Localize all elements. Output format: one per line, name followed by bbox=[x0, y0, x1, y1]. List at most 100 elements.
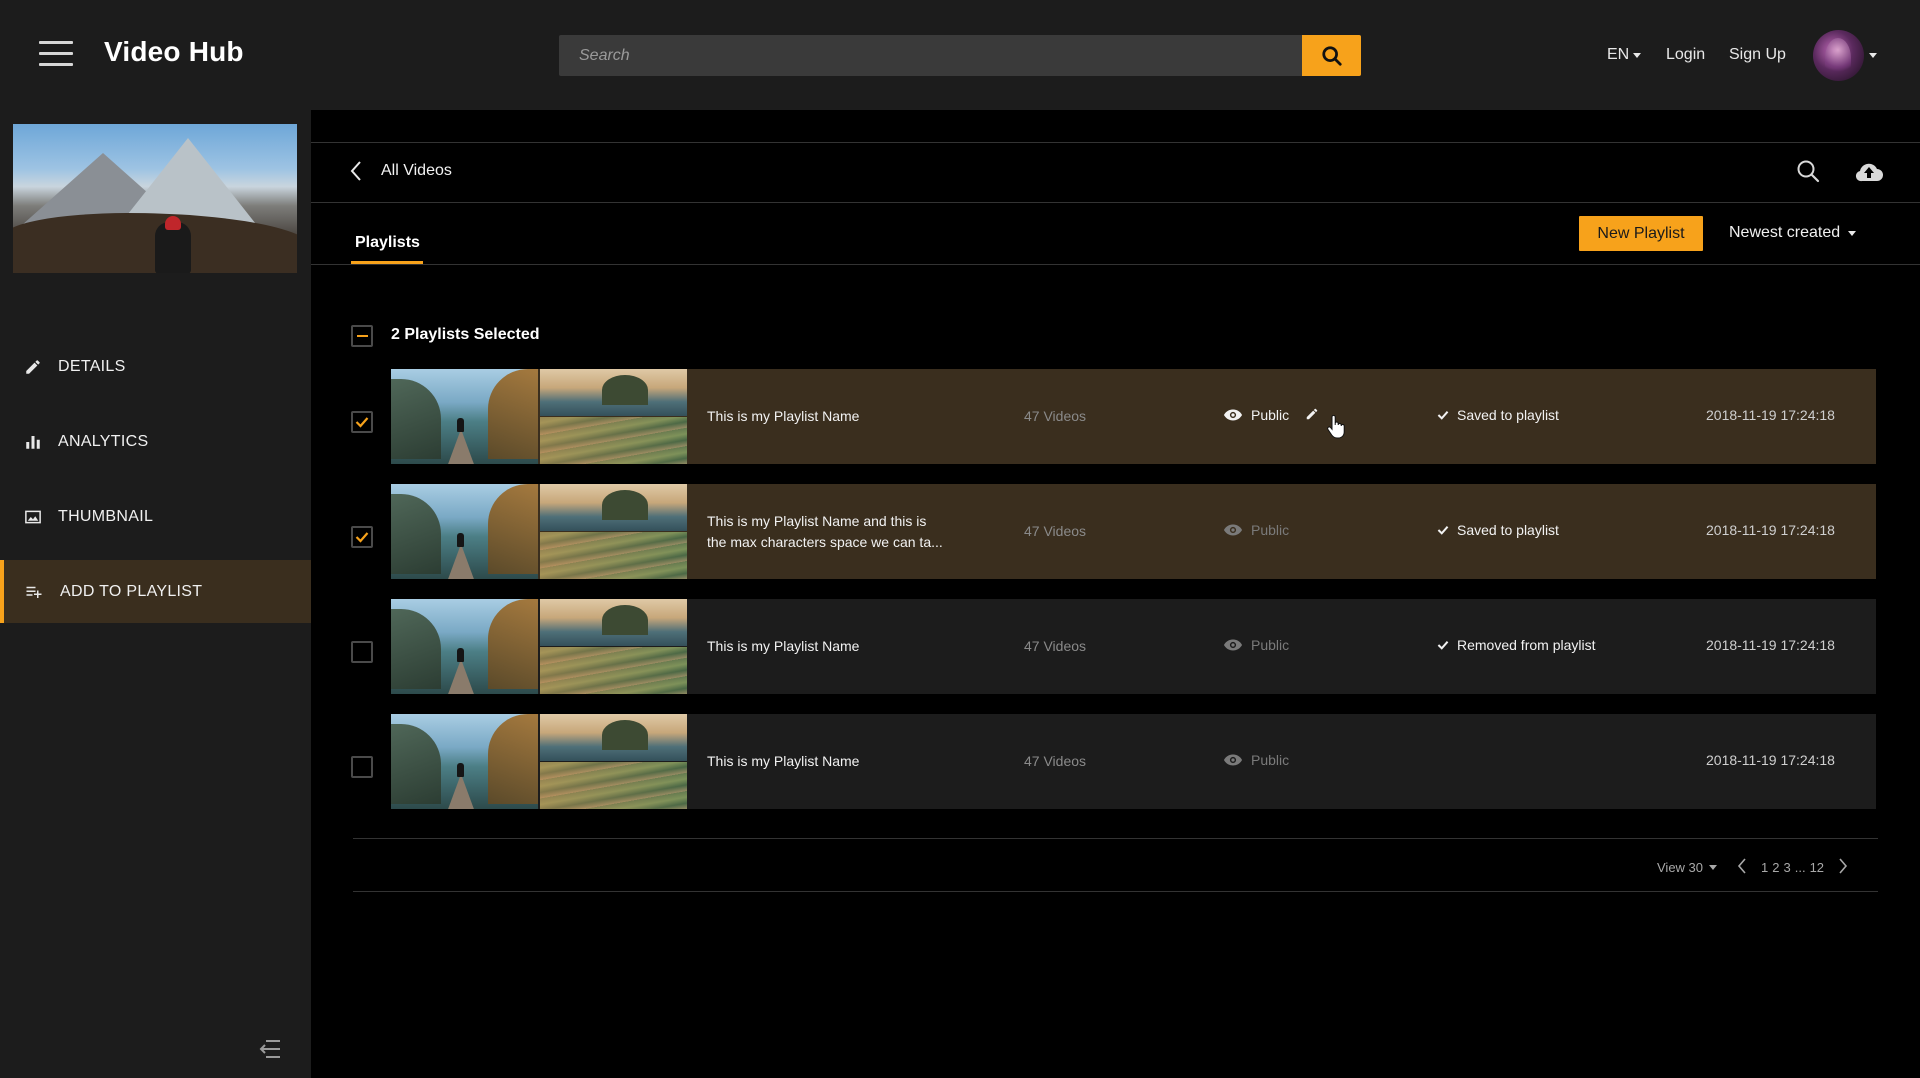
page-link[interactable]: 2 bbox=[1772, 860, 1779, 875]
playlist-thumbnail bbox=[391, 714, 538, 809]
playlist-thumbnail bbox=[540, 714, 687, 761]
sidebar-item-details[interactable]: DETAILS bbox=[0, 335, 311, 398]
playlist-thumbnail bbox=[540, 532, 687, 579]
sidebar-nav: DETAILS ANALYTICS THUMBNAIL ADD TO PLAYL… bbox=[0, 335, 311, 635]
search-icon[interactable] bbox=[1796, 159, 1820, 188]
main-content: All Videos Playlists New Playlist Newest… bbox=[311, 110, 1920, 1078]
page-link[interactable]: 1 bbox=[1761, 860, 1768, 875]
created-date: 2018-11-19 17:24:18 bbox=[1706, 407, 1835, 423]
video-thumbnail bbox=[13, 124, 297, 273]
hand-cursor-icon bbox=[1327, 414, 1345, 444]
video-count: 47 Videos bbox=[1024, 753, 1087, 769]
sidebar: DETAILS ANALYTICS THUMBNAIL ADD TO PLAYL… bbox=[0, 110, 311, 1078]
playlist-thumbnail bbox=[540, 647, 687, 694]
visibility-status: Public bbox=[1223, 637, 1289, 653]
eye-icon bbox=[1223, 639, 1243, 651]
page-size-select[interactable]: View 30 bbox=[1657, 860, 1718, 875]
visibility-label: Public bbox=[1251, 752, 1290, 768]
playlist-thumbnail bbox=[540, 762, 687, 809]
playlist-thumbnail bbox=[540, 599, 687, 646]
status-label: Removed from playlist bbox=[1457, 637, 1596, 653]
visibility-label: Public bbox=[1251, 407, 1290, 423]
playlist-add-icon bbox=[26, 586, 42, 598]
collapse-sidebar-icon[interactable] bbox=[258, 1039, 282, 1064]
check-icon bbox=[355, 417, 369, 428]
search-button[interactable] bbox=[1302, 35, 1361, 76]
playlist-name: This is my Playlist Name bbox=[707, 753, 860, 769]
playlist-name-line: This is my Playlist Name and this is bbox=[707, 513, 927, 529]
visibility-label: Public bbox=[1251, 522, 1290, 538]
edit-visibility-icon[interactable] bbox=[1305, 407, 1319, 426]
sidebar-item-thumbnail[interactable]: THUMBNAIL bbox=[0, 485, 311, 548]
chevron-down-icon bbox=[1633, 52, 1642, 58]
top-bar: Video Hub EN Login Sign Up bbox=[0, 0, 1920, 110]
created-date: 2018-11-19 17:24:18 bbox=[1706, 637, 1835, 653]
status-label: Saved to playlist bbox=[1457, 522, 1559, 538]
playlist-row[interactable]: This is my Playlist Name 47 Videos Publi… bbox=[391, 714, 1876, 809]
sidebar-item-label: THUMBNAIL bbox=[58, 507, 154, 525]
playlist-thumbnail bbox=[540, 417, 687, 464]
tab-playlists[interactable]: Playlists bbox=[355, 234, 420, 252]
visibility-status: Public bbox=[1223, 407, 1289, 423]
playlist-status: Saved to playlist bbox=[1437, 522, 1559, 538]
playlist-row[interactable]: This is my Playlist Name 47 Videos Publi… bbox=[391, 369, 1876, 464]
playlist-name-line: the max characters space we can ta... bbox=[707, 534, 943, 550]
visibility-status: Public bbox=[1223, 522, 1289, 538]
page-size-label: View 30 bbox=[1657, 860, 1704, 875]
playlist-thumbnail bbox=[391, 484, 538, 579]
search-input[interactable] bbox=[559, 35, 1303, 76]
row-checkbox[interactable] bbox=[351, 526, 373, 548]
language-label: EN bbox=[1607, 46, 1630, 63]
divider bbox=[311, 264, 1920, 265]
signup-link[interactable]: Sign Up bbox=[1729, 46, 1786, 64]
page-link[interactable]: 3 bbox=[1783, 860, 1790, 875]
next-page-icon[interactable] bbox=[1838, 858, 1848, 877]
back-button[interactable]: All Videos bbox=[349, 160, 452, 182]
sidebar-item-label: ANALYTICS bbox=[58, 432, 149, 450]
login-link[interactable]: Login bbox=[1666, 46, 1705, 64]
divider bbox=[311, 202, 1920, 203]
app-root: Video Hub EN Login Sign Up DETAILS bbox=[0, 0, 1920, 1078]
avatar-menu-chevron-icon[interactable] bbox=[1869, 53, 1877, 58]
row-checkbox[interactable] bbox=[351, 411, 373, 433]
chevron-left-icon bbox=[350, 161, 361, 181]
sort-dropdown[interactable]: Newest created bbox=[1729, 224, 1857, 242]
avatar[interactable] bbox=[1813, 30, 1864, 81]
breadcrumb: All Videos bbox=[381, 162, 452, 179]
row-checkbox[interactable] bbox=[351, 756, 373, 778]
divider bbox=[353, 891, 1878, 892]
cloud-upload-icon[interactable] bbox=[1854, 159, 1884, 188]
sidebar-item-add-to-playlist[interactable]: ADD TO PLAYLIST bbox=[0, 560, 311, 623]
sidebar-item-label: ADD TO PLAYLIST bbox=[60, 582, 203, 600]
playlist-name: This is my Playlist Name bbox=[707, 638, 860, 654]
divider bbox=[353, 838, 1878, 839]
new-playlist-button[interactable]: New Playlist bbox=[1579, 216, 1703, 251]
pagination: View 30 1 2 3 ... 12 bbox=[1657, 858, 1848, 877]
eye-icon bbox=[1223, 524, 1243, 536]
playlist-row[interactable]: This is my Playlist Name 47 Videos Publi… bbox=[391, 599, 1876, 694]
search-icon bbox=[1321, 45, 1342, 66]
row-checkbox[interactable] bbox=[351, 641, 373, 663]
divider bbox=[311, 142, 1920, 143]
playlist-status: Removed from playlist bbox=[1437, 637, 1596, 653]
playlist-thumbnail bbox=[540, 369, 687, 416]
select-all-checkbox[interactable] bbox=[351, 325, 373, 347]
check-icon bbox=[1437, 526, 1449, 535]
chevron-down-icon bbox=[1848, 230, 1857, 236]
page-link[interactable]: 12 bbox=[1810, 860, 1824, 875]
menu-icon[interactable] bbox=[39, 38, 73, 70]
video-count: 47 Videos bbox=[1024, 523, 1087, 539]
check-icon bbox=[355, 532, 369, 543]
language-selector[interactable]: EN bbox=[1607, 46, 1642, 64]
sidebar-item-label: DETAILS bbox=[58, 357, 126, 375]
visibility-label: Public bbox=[1251, 637, 1290, 653]
visibility-status: Public bbox=[1223, 752, 1289, 768]
pencil-icon bbox=[26, 359, 40, 374]
video-count: 47 Videos bbox=[1024, 408, 1087, 424]
sidebar-item-analytics[interactable]: ANALYTICS bbox=[0, 410, 311, 473]
sort-label: Newest created bbox=[1729, 224, 1841, 241]
check-icon bbox=[1437, 641, 1449, 650]
playlist-row[interactable]: This is my Playlist Name and this is the… bbox=[391, 484, 1876, 579]
prev-page-icon[interactable] bbox=[1737, 858, 1747, 877]
created-date: 2018-11-19 17:24:18 bbox=[1706, 522, 1835, 538]
